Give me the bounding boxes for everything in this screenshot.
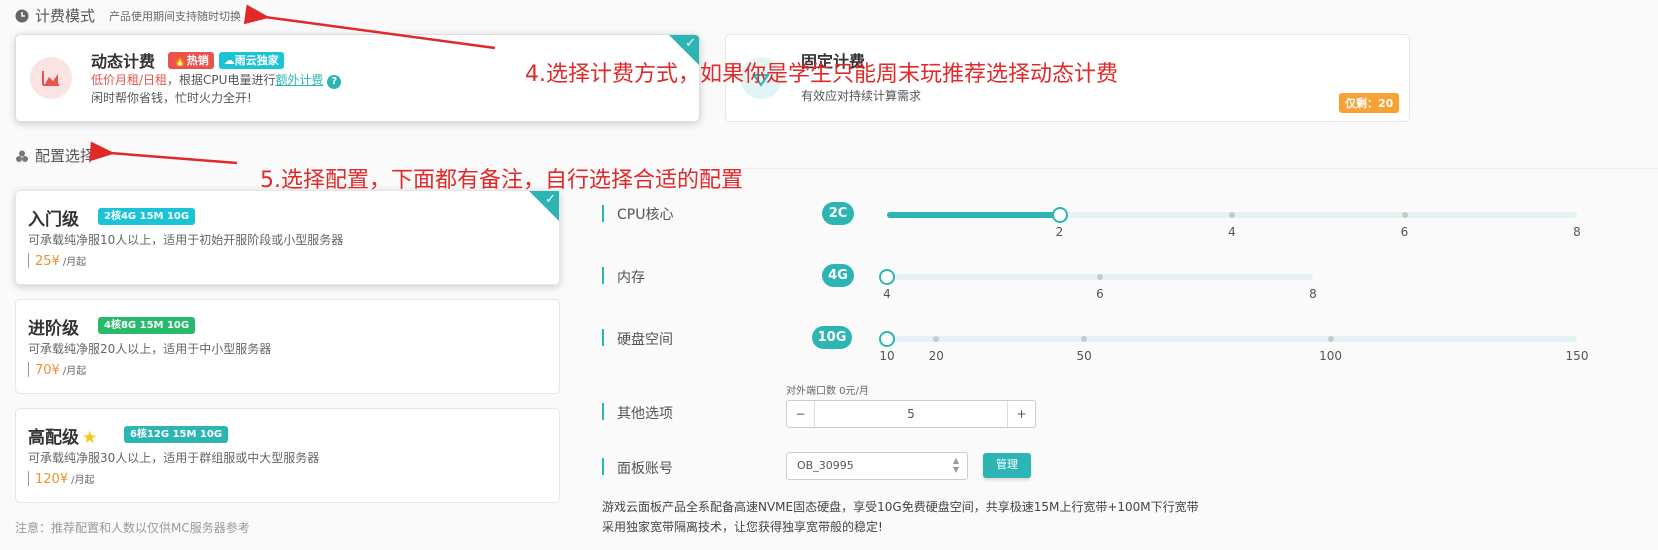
arrow-config — [89, 141, 238, 165]
disk-tick-label: 50 — [1076, 349, 1092, 363]
arrow-billing — [243, 4, 496, 50]
cpu-tick-label: 2 — [1055, 225, 1064, 239]
memory-tick-label: 6 — [1096, 287, 1104, 301]
memory-tick-label: 8 — [1309, 287, 1317, 301]
disk-tick-label: 10 — [879, 349, 895, 363]
disk-tick-label: 20 — [928, 349, 944, 363]
memory-tick-label: 4 — [883, 287, 891, 301]
cpu-tick-label: 4 — [1228, 225, 1236, 239]
annotation-step-5: 5.选择配置，下面都有备注，自行选择合适的配置 — [260, 168, 743, 193]
disk-tick-label: 150 — [1565, 349, 1589, 363]
annotation-step-4: 4.选择计费方式，如果你是学生只能周末玩推荐选择动态计费 — [525, 62, 1118, 87]
cpu-tick-label: 6 — [1400, 225, 1409, 239]
cpu-tick-label: 8 — [1573, 225, 1581, 239]
disk-tick-label: 100 — [1319, 349, 1343, 363]
